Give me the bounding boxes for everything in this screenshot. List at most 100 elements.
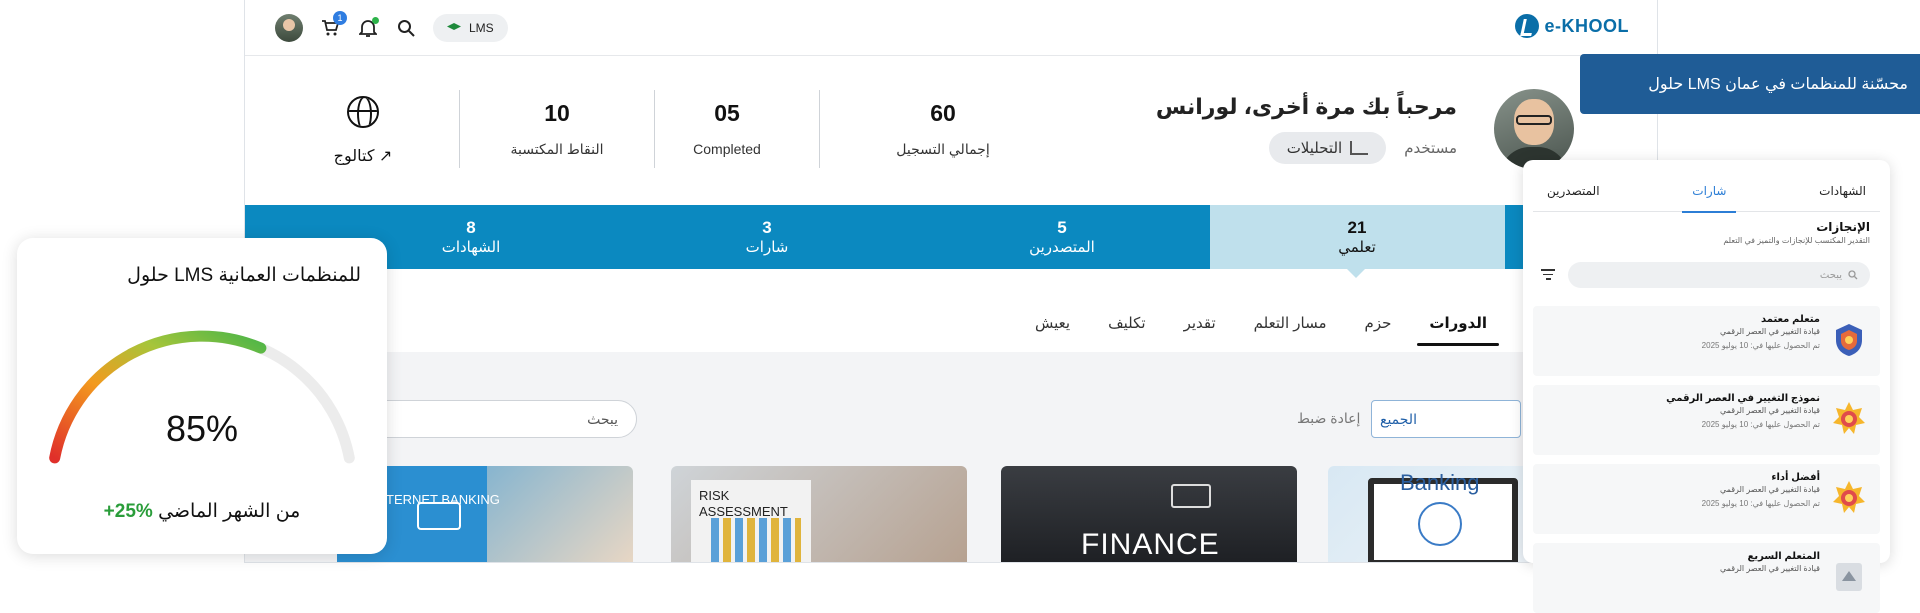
thumb-caption: RISK ASSESSMENT xyxy=(699,488,788,519)
panel-tab-certificates[interactable]: الشهادات xyxy=(1815,170,1870,212)
achievement-course: قيادة التغيير في العصر الرقمي xyxy=(1719,406,1820,415)
panel-search-placeholder: يبحث xyxy=(1819,269,1842,281)
top-bar-actions: 1 LMS xyxy=(275,11,508,42)
band-value: 5 xyxy=(1057,218,1067,237)
filter-select-value: الجميع xyxy=(1380,410,1417,427)
thumb-caption: INTERNET BANKING xyxy=(373,492,500,507)
divider xyxy=(459,90,460,168)
welcome-greeting: مرحباً بك مرة أخرى، لورانس xyxy=(1155,94,1457,119)
search-placeholder: يبحث xyxy=(587,410,618,427)
search-icon xyxy=(1848,270,1858,280)
star-badge-icon xyxy=(1833,402,1865,434)
panel-search-input[interactable]: يبحث xyxy=(1568,262,1870,288)
achievement-date: تم الحصول عليها في: 10 يوليو 2025 xyxy=(1701,420,1820,429)
app-window: 1 LMS e-KHOOL مرحباً بك مرة أخرى، لورانس… xyxy=(244,0,1658,563)
welcome-block: مرحباً بك مرة أخرى، لورانس مستخدم التحلي… xyxy=(1156,94,1457,164)
stat-value: 60 xyxy=(930,100,956,126)
bell-icon[interactable] xyxy=(357,17,379,39)
shield-badge-icon xyxy=(1836,324,1862,356)
star-badge-icon xyxy=(1833,481,1865,513)
gauge-value: 85% xyxy=(165,408,239,449)
achievement-title: أفضل أداء xyxy=(1771,472,1820,483)
stat-value: 05 xyxy=(714,100,740,126)
band-item-certificates[interactable]: 8 الشهادات xyxy=(391,218,551,256)
band-item-active[interactable]: 21 تعلمي xyxy=(1210,205,1505,269)
achievement-item[interactable]: أفضل أداء قيادة التغيير في العصر الرقمي … xyxy=(1533,464,1880,534)
achievements-panel: الشهادات شارات المتصدرين الإنجازات التقد… xyxy=(1523,160,1890,613)
course-thumbnail[interactable]: RISK ASSESSMENT xyxy=(671,466,967,562)
catalog-label: كتالوج xyxy=(333,148,375,165)
analytics-label: التحليلات xyxy=(1286,140,1343,157)
stat-value: 10 xyxy=(544,100,570,126)
achievement-course: قيادة التغيير في العصر الرقمي xyxy=(1719,564,1820,573)
user-role: مستخدم xyxy=(1404,140,1457,157)
band-label: المتصدرين xyxy=(1029,239,1095,256)
band-item-leaders[interactable]: 5 المتصدرين xyxy=(982,218,1142,256)
band-label: شارات xyxy=(745,239,789,256)
achievement-date: تم الحصول عليها في: 10 يوليو 2025 xyxy=(1701,341,1820,350)
graduation-cap-icon xyxy=(447,23,461,30)
lms-switcher[interactable]: LMS xyxy=(433,14,508,42)
panel-title: الإنجازات xyxy=(1816,220,1870,234)
cart-count-badge: 1 xyxy=(333,11,347,25)
summary-band: 21 تعلمي 5 المتصدرين 3 شارات 8 الشهادات xyxy=(245,205,1657,269)
band-value: 3 xyxy=(762,218,772,237)
achievement-title: نموذج التغيير في العصر الرقمي xyxy=(1666,393,1820,404)
top-bar: 1 LMS e-KHOOL xyxy=(245,0,1657,56)
notification-dot xyxy=(372,17,379,24)
achievement-course: قيادة التغيير في العصر الرقمي xyxy=(1719,327,1820,336)
stat-completed: 05 Completed xyxy=(647,100,807,157)
profile-avatar xyxy=(1494,89,1574,169)
achievement-item[interactable]: نموذج التغيير في العصر الرقمي قيادة التغ… xyxy=(1533,385,1880,455)
tab-courses[interactable]: الدورات xyxy=(1417,314,1499,346)
tab-learning-path[interactable]: مسار التعلم xyxy=(1254,314,1327,346)
stat-label: Completed xyxy=(693,141,761,157)
user-avatar[interactable] xyxy=(275,14,303,42)
filter-select[interactable]: الجميع xyxy=(1371,400,1521,438)
stat-label: إجمالي التسجيل xyxy=(896,141,990,157)
achievement-date: تم الحصول عليها في: 10 يوليو 2025 xyxy=(1701,499,1820,508)
catalog-link[interactable]: كتالوج ↗ xyxy=(313,96,413,166)
panel-tab-badges[interactable]: شارات xyxy=(1682,170,1737,213)
lms-label: LMS xyxy=(469,21,494,35)
tab-bundles[interactable]: حزم xyxy=(1365,314,1392,346)
band-label: الشهادات xyxy=(441,239,501,256)
panel-header: الإنجازات التقدير المكتسب للإنجازات والت… xyxy=(1723,220,1870,245)
tab-live[interactable]: يعيش xyxy=(1035,314,1070,346)
divider xyxy=(654,90,655,168)
search-icon[interactable] xyxy=(395,17,417,39)
thumb-caption: FINANCE xyxy=(1081,528,1220,561)
gauge-change-suffix: من الشهر الماضي xyxy=(158,501,301,522)
analytics-chart-icon xyxy=(1350,141,1369,155)
globe-icon xyxy=(347,96,379,128)
band-value: 21 xyxy=(1347,218,1367,237)
tab-grading[interactable]: تقدير xyxy=(1184,314,1216,346)
tab-assignment[interactable]: تكليف xyxy=(1108,314,1145,346)
achievement-item[interactable]: المتعلم السريع قيادة التغيير في العصر ال… xyxy=(1533,543,1880,613)
content-tabs: الدورات حزم مسار التعلم تقدير تكليف يعيش xyxy=(1035,314,1499,346)
filter-icon[interactable] xyxy=(1541,269,1555,281)
logo-text: e-KHOOL xyxy=(1544,15,1629,36)
reset-button[interactable]: إعادة ضبط xyxy=(1297,410,1360,427)
analytics-button[interactable]: التحليلات xyxy=(1268,132,1387,164)
gauge-change: +25% من الشهر الماضي xyxy=(17,500,387,523)
achievement-title: المتعلم السريع xyxy=(1747,551,1820,562)
thumb-caption: Banking xyxy=(1400,470,1480,495)
divider xyxy=(819,90,820,168)
course-thumbnail[interactable]: FINANCE xyxy=(1001,466,1297,562)
achievement-title: متعلم معتمد xyxy=(1760,314,1820,325)
panel-tab-leaders[interactable]: المتصدرين xyxy=(1543,170,1604,212)
cart-icon[interactable]: 1 xyxy=(319,11,347,39)
promo-callout-text: حلول LMS محسّنة للمنظمات في عمان xyxy=(1648,76,1908,93)
stat-enrollments: 60 إجمالي التسجيل xyxy=(863,100,1023,158)
panel-subtitle: التقدير المكتسب للإنجازات والتميز في الت… xyxy=(1723,236,1870,245)
gauge-card: حلول LMS للمنظمات العمانية 85% +25% من ا… xyxy=(17,238,387,554)
panel-tabs: الشهادات شارات المتصدرين xyxy=(1533,170,1880,213)
course-search-input[interactable]: يبحث xyxy=(363,400,637,438)
band-label: تعلمي xyxy=(1338,239,1376,256)
band-item-badges[interactable]: 3 شارات xyxy=(687,218,847,256)
promo-callout: حلول LMS محسّنة للمنظمات في عمان xyxy=(1580,54,1920,114)
achievement-course: قيادة التغيير في العصر الرقمي xyxy=(1719,485,1820,494)
achievement-item[interactable]: متعلم معتمد قيادة التغيير في العصر الرقم… xyxy=(1533,306,1880,376)
brand-logo[interactable]: e-KHOOL xyxy=(1514,14,1630,38)
